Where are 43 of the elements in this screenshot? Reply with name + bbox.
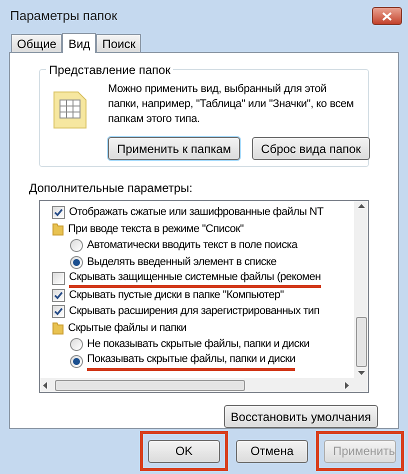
option-label: При вводе текста в режиме "Список" [68,222,244,237]
tab[interactable]: Поиск [96,34,142,52]
checkbox[interactable] [52,305,65,318]
radio-button[interactable] [70,354,83,368]
window-title: Параметры папок [10,7,118,26]
dialog-button[interactable]: OK [148,440,220,462]
checkmark-icon [54,208,63,218]
vertical-scrollbar[interactable] [354,201,368,378]
section-label: Дополнительные параметры: [29,180,194,198]
horizontal-scrollbar[interactable] [40,378,368,392]
radio-button[interactable] [70,338,83,352]
scroll-up-icon[interactable] [358,204,364,208]
option-label: Скрывать расширения для зарегистрированных тип [69,304,320,320]
option-label: Автоматически вводить текст в поле поиска [87,238,298,254]
restore-defaults-button[interactable]: Восстановить умолчания [224,405,378,428]
description-text: Можно применить вид, выбранный для этой папки, например, "Таблица" или "Значки", ко всем папкам этого типа. [108,82,355,127]
checkbox[interactable] [52,206,65,220]
scroll-down-icon[interactable] [358,371,364,376]
folder-view-icon [52,90,88,130]
checkbox[interactable] [52,288,65,302]
checkbox[interactable] [52,272,65,286]
option-label: Выделять введенный элемент в списке [87,254,276,270]
folder-icon [52,321,64,336]
option-label: Отображать сжатые или зашифрованные файлы NT [69,205,324,220]
close-button[interactable] [372,7,402,25]
option-label: Скрытые файлы и папки [68,320,186,336]
tab[interactable]: Общие [11,34,62,52]
scroll-right-icon[interactable] [345,382,349,389]
option-label: Показывать скрытые файлы, папки и диски [87,351,296,371]
apply-button[interactable]: Применить к папкам [108,137,240,160]
close-icon [382,12,392,20]
option-label: Скрывать пустые диски в папке "Компьютер" [69,288,284,303]
radio-button[interactable] [70,256,83,269]
option-label: Не показывать скрытые файлы, папки и диски [87,337,310,352]
tab[interactable]: Вид [62,33,96,53]
scroll-left-icon[interactable] [43,382,47,389]
option-label: Скрывать защищенные системные файлы (рекомен [69,268,321,288]
apply-button[interactable]: Сброс вида папок [252,137,370,160]
folder-icon [52,222,64,236]
radio-button[interactable] [70,239,83,252]
scroll-thumb[interactable] [55,380,245,391]
scroll-thumb[interactable] [356,317,366,368]
dialog-button[interactable]: Отмена [236,440,308,462]
